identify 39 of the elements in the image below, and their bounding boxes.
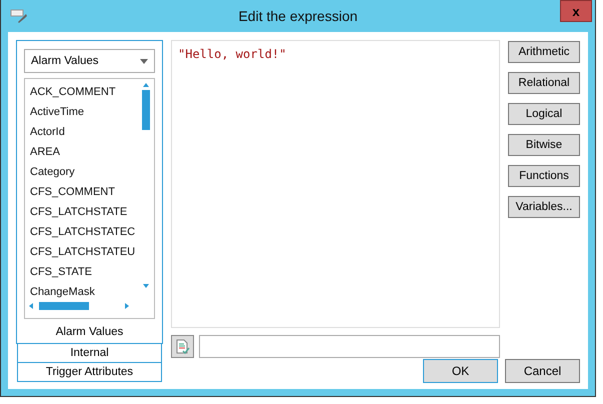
scroll-up-icon[interactable] bbox=[143, 83, 149, 87]
operator-button[interactable]: Logical bbox=[508, 103, 580, 125]
expression-editor[interactable]: "Hello, world!" bbox=[171, 40, 500, 328]
list-item[interactable]: CFS_LATCHSTATEC bbox=[30, 222, 136, 242]
document-check-icon bbox=[176, 338, 190, 354]
list-item[interactable]: CFS_STATE bbox=[30, 262, 92, 282]
close-button[interactable]: x bbox=[560, 0, 592, 22]
operator-button[interactable]: Bitwise bbox=[508, 134, 580, 156]
window-title: Edit the expression bbox=[238, 8, 358, 24]
scroll-down-icon[interactable] bbox=[143, 284, 149, 288]
vertical-scrollbar[interactable] bbox=[142, 83, 150, 288]
operator-button[interactable]: Functions bbox=[508, 165, 580, 187]
scroll-right-icon[interactable] bbox=[125, 303, 129, 309]
list-item[interactable]: CFS_COMMENT bbox=[30, 182, 115, 202]
input-field[interactable] bbox=[199, 335, 500, 358]
source-dropdown[interactable]: Alarm Values bbox=[24, 49, 155, 73]
list-item[interactable]: CFS_LATCHSTATEU bbox=[30, 242, 136, 262]
dialog-button[interactable]: Cancel bbox=[505, 359, 580, 383]
operator-button[interactable]: Variables... bbox=[508, 196, 580, 218]
wrench-icon bbox=[10, 8, 28, 24]
section-tab[interactable]: Internal bbox=[17, 344, 162, 363]
expression-text: "Hello, world!" bbox=[178, 47, 286, 61]
section-tab[interactable]: Trigger Attributes bbox=[17, 363, 162, 382]
list-item[interactable]: Category bbox=[30, 162, 75, 182]
scroll-thumb[interactable] bbox=[142, 90, 150, 130]
list-item[interactable]: AREA bbox=[30, 142, 60, 162]
dialog-button[interactable]: OK bbox=[423, 359, 498, 383]
list-item[interactable]: ActorId bbox=[30, 122, 65, 142]
operator-button[interactable]: Arithmetic bbox=[508, 41, 580, 63]
dropdown-caret-icon bbox=[140, 58, 148, 64]
list-item[interactable]: CFS_LATCHSTATE bbox=[30, 202, 128, 222]
list-item[interactable]: ActiveTime bbox=[30, 102, 84, 122]
scroll-thumb[interactable] bbox=[39, 302, 89, 310]
list-item[interactable]: ChangeMask bbox=[30, 282, 95, 302]
scroll-left-icon[interactable] bbox=[29, 303, 33, 309]
horizontal-scrollbar[interactable] bbox=[29, 302, 129, 310]
validate-button[interactable] bbox=[171, 335, 194, 358]
operator-button[interactable]: Relational bbox=[508, 72, 580, 94]
list-item[interactable]: ACK_COMMENT bbox=[30, 82, 116, 102]
